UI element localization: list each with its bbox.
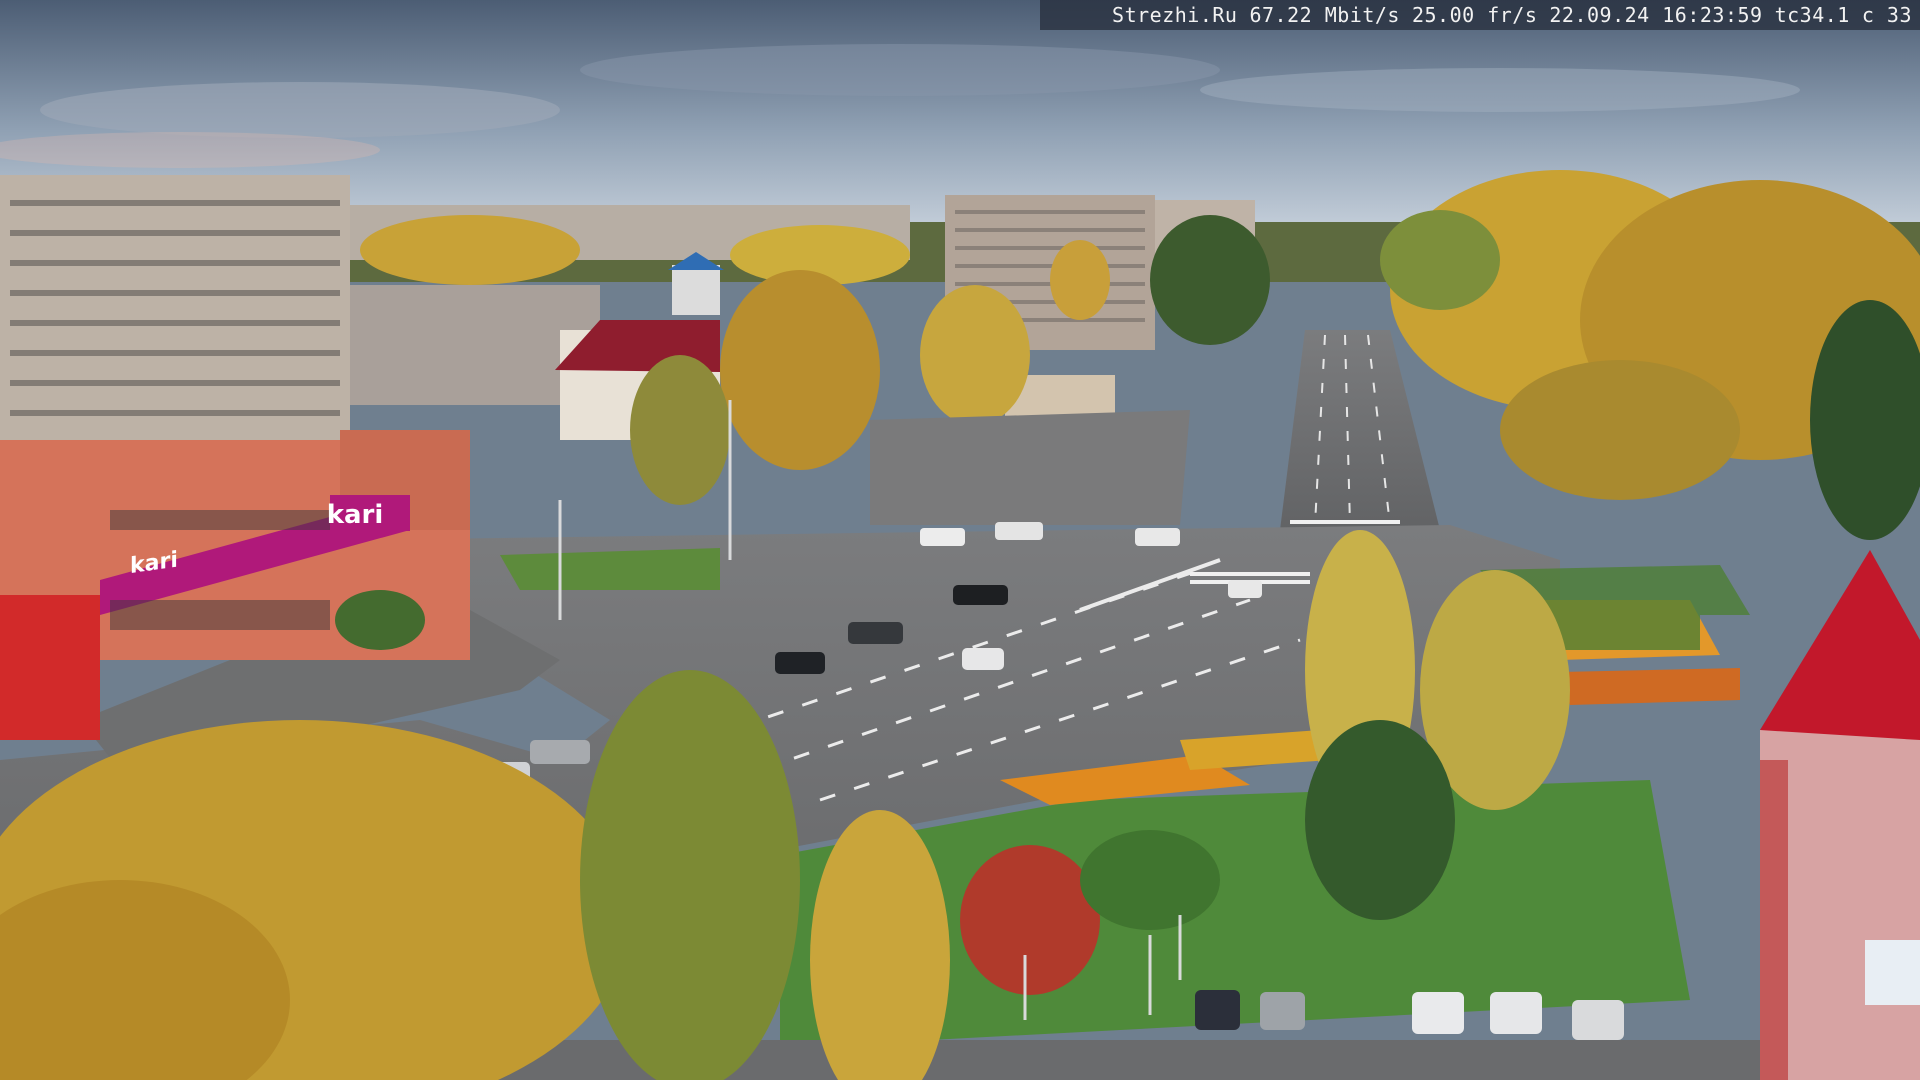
- overlay-datetime: 22.09.24 16:23:59: [1549, 3, 1763, 27]
- overlay-site: Strezhi.Ru: [1112, 3, 1238, 27]
- cloud: [580, 44, 1220, 96]
- pink-building-red-roof: [1760, 550, 1920, 740]
- autumn-tree-row-right: [1380, 170, 1920, 540]
- parking-plaza: [870, 410, 1190, 525]
- main-avenue: [1280, 330, 1440, 530]
- camera-overlay: Strezhi.Ru 67.22 Mbit/s 25.00 fr/s 22.09…: [1040, 0, 1920, 30]
- grass-strip: [500, 548, 720, 590]
- pink-building-window: [1865, 940, 1920, 1005]
- pink-building-column: [1760, 760, 1788, 1080]
- cloud: [40, 82, 560, 138]
- city-square-scene: [0, 0, 1920, 1080]
- overlay-camera: tc34.1: [1774, 3, 1850, 27]
- store-logo: kari: [326, 500, 384, 530]
- overlay-channel: c 33: [1861, 3, 1912, 27]
- cloud: [1200, 68, 1800, 112]
- blue-roof-tower: [672, 265, 720, 315]
- overlay-bitrate: 67.22 Mbit/s: [1249, 3, 1400, 27]
- flowerbed: [1560, 668, 1740, 705]
- store-red-facade: [0, 595, 100, 740]
- webcam-frame: kari kari Strezhi.Ru 67.22 Mbit/s 25.00 …: [0, 0, 1920, 1080]
- overlay-framerate: 25.00 fr/s: [1411, 3, 1538, 27]
